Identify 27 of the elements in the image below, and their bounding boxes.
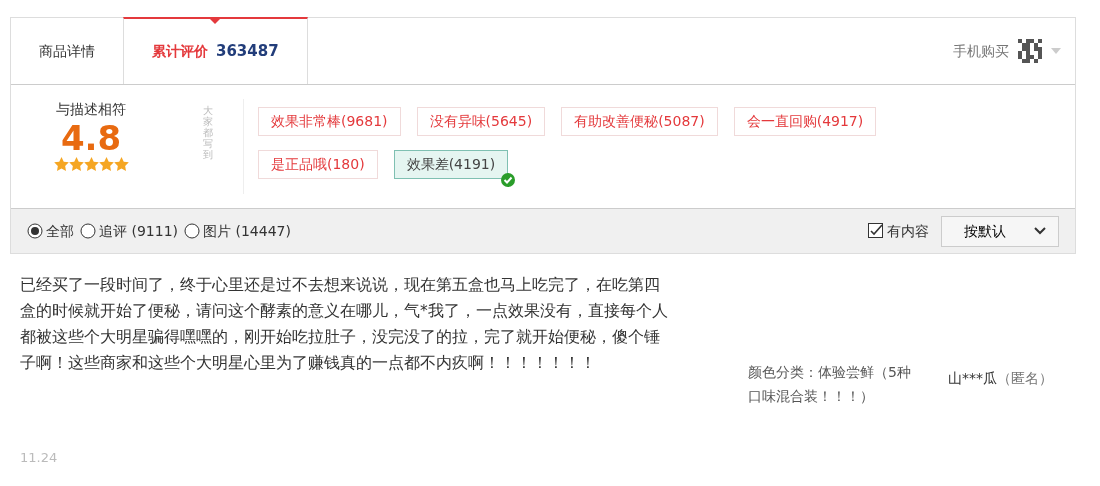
qr-code-icon[interactable] xyxy=(1017,38,1043,64)
review-tag[interactable]: 是正品哦(180) xyxy=(258,150,378,179)
check-icon xyxy=(501,173,516,187)
radio-icon[interactable] xyxy=(27,223,43,239)
checkbox-icon[interactable] xyxy=(868,223,884,239)
radio-icon[interactable] xyxy=(184,223,200,239)
has-content-checkbox[interactable]: 有内容 xyxy=(868,220,929,242)
chevron-down-icon[interactable] xyxy=(1034,227,1046,235)
review-date: 11.24 xyxy=(20,449,59,467)
sort-dropdown[interactable]: 按默认 xyxy=(941,215,1059,247)
review-tag[interactable]: 效果非常棒(9681) xyxy=(258,107,401,136)
radio-icon[interactable] xyxy=(80,223,96,239)
filter-radio[interactable]: 追评 (9111) xyxy=(80,220,178,242)
product-variant: 颜色分类：体验尝鲜（5种口味混合装！！！） xyxy=(748,363,912,406)
rating-score: 4.8 xyxy=(59,120,123,158)
filter-radio[interactable]: 图片 (14447) xyxy=(184,220,291,242)
anonymous-label: （匿名） xyxy=(997,370,1053,386)
filter-radio[interactable]: 全部 xyxy=(27,220,74,242)
review-tag[interactable]: 效果差(4191) xyxy=(393,150,509,179)
mobile-buy-label: 手机购买 xyxy=(953,41,1009,61)
review-text: 已经买了一段时间了，终于心里还是过不去想来说说，现在第五盒也马上吃完了，在吃第四盒的时候就开始了便秘，请问这个酵素的意义在哪儿，气*我了，一点效果没有，直接每个人都被这些个大明星骗得嘿嘿的，刚开始吃拉肚子，没完没了的拉，完了就开始便秘，傻个锤子啊！这些商家和这些个大明星心里为了赚钱真的一点都不内疚啊！！！！！！！ xyxy=(20,275,669,374)
username: 山***瓜 xyxy=(948,370,997,386)
tab[interactable]: 累计评价 363487 xyxy=(123,17,308,84)
review-tag[interactable]: 会一直回购(4917) xyxy=(733,107,877,136)
review-tag[interactable]: 没有异味(5645) xyxy=(416,107,546,136)
review-tag[interactable]: 有助改善便秘(5087) xyxy=(561,107,718,136)
rating-label: 与描述相符 xyxy=(55,100,127,119)
